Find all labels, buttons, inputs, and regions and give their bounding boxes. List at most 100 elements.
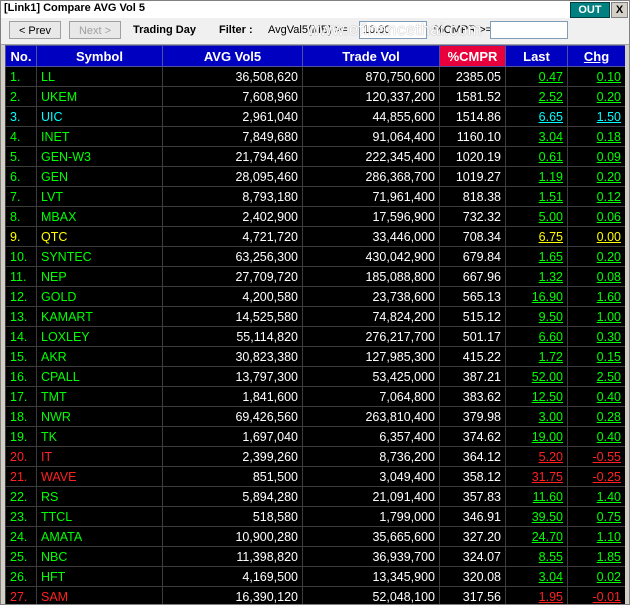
row-symbol[interactable]: GEN: [36, 166, 163, 187]
row-chg[interactable]: 1.00: [567, 306, 625, 327]
row-symbol[interactable]: RS: [36, 486, 163, 507]
row-chg[interactable]: 0.02: [567, 566, 625, 587]
row-chg[interactable]: 0.10: [567, 66, 625, 87]
cmpr-filter-input[interactable]: [490, 21, 568, 39]
row-symbol[interactable]: SYNTEC: [36, 246, 163, 267]
table-row[interactable]: 12. GOLD 4,200,580 23,738,600 565.13 16.90 1.6…: [5, 286, 625, 307]
next-button[interactable]: Next >: [69, 21, 121, 39]
row-symbol[interactable]: UIC: [36, 106, 163, 127]
row-chg[interactable]: 0.20: [567, 246, 625, 267]
row-last[interactable]: 24.70: [505, 526, 568, 547]
row-symbol[interactable]: CPALL: [36, 366, 163, 387]
table-row[interactable]: 1. LL 36,508,620 870,750,600 2385.05 0.47 0.10: [5, 66, 625, 87]
row-chg[interactable]: -0.01: [567, 586, 625, 604]
row-last[interactable]: 31.75: [505, 466, 568, 487]
column-header-cmpr[interactable]: %CMPR: [439, 45, 506, 67]
row-last[interactable]: 6.60: [505, 326, 568, 347]
table-row[interactable]: 14. LOXLEY 55,114,820 276,217,700 501.17 6.60…: [5, 326, 625, 347]
prev-button[interactable]: < Prev: [9, 21, 61, 39]
row-chg[interactable]: -0.25: [567, 466, 625, 487]
row-last[interactable]: 1.32: [505, 266, 568, 287]
row-last[interactable]: 12.50: [505, 386, 568, 407]
row-chg[interactable]: 2.50: [567, 366, 625, 387]
row-chg[interactable]: 0.06: [567, 206, 625, 227]
row-last[interactable]: 52.00: [505, 366, 568, 387]
row-last[interactable]: 11.60: [505, 486, 568, 507]
table-row[interactable]: 7. LVT 8,793,180 71,961,400 818.38 1.51 0.12: [5, 186, 625, 207]
row-chg[interactable]: 0.28: [567, 406, 625, 427]
row-chg[interactable]: 0.30: [567, 326, 625, 347]
row-chg[interactable]: 0.20: [567, 166, 625, 187]
table-row[interactable]: 25. NBC 11,398,820 36,939,700 324.07 8.55 1.85: [5, 546, 625, 567]
row-last[interactable]: 1.51: [505, 186, 568, 207]
table-row[interactable]: 20. IT 2,399,260 8,736,200 364.12 5.20 -0.55: [5, 446, 625, 467]
row-symbol[interactable]: HFT: [36, 566, 163, 587]
row-symbol[interactable]: UKEM: [36, 86, 163, 107]
row-symbol[interactable]: NWR: [36, 406, 163, 427]
row-symbol[interactable]: TK: [36, 426, 163, 447]
avgvol-filter-input[interactable]: [359, 21, 427, 39]
row-chg[interactable]: 0.12: [567, 186, 625, 207]
table-row[interactable]: 6. GEN 28,095,460 286,368,700 1019.27 1.19 0.2…: [5, 166, 625, 187]
row-symbol[interactable]: KAMART: [36, 306, 163, 327]
row-symbol[interactable]: TMT: [36, 386, 163, 407]
row-last[interactable]: 1.72: [505, 346, 568, 367]
row-symbol[interactable]: AKR: [36, 346, 163, 367]
row-chg[interactable]: 0.15: [567, 346, 625, 367]
column-header-last[interactable]: Last: [505, 45, 568, 67]
row-chg[interactable]: 0.08: [567, 266, 625, 287]
row-symbol[interactable]: WAVE: [36, 466, 163, 487]
close-button[interactable]: X: [611, 2, 628, 18]
row-last[interactable]: 19.00: [505, 426, 568, 447]
row-chg[interactable]: 1.50: [567, 106, 625, 127]
table-row[interactable]: 3. UIC 2,961,040 44,855,600 1514.86 6.65 1.50: [5, 106, 625, 127]
row-symbol[interactable]: GEN-W3: [36, 146, 163, 167]
table-row[interactable]: 15. AKR 30,823,380 127,985,300 415.22 1.72 0.1…: [5, 346, 625, 367]
row-last[interactable]: 5.20: [505, 446, 568, 467]
row-symbol[interactable]: MBAX: [36, 206, 163, 227]
column-header-avg-vol5[interactable]: AVG Vol5: [162, 45, 303, 67]
row-chg[interactable]: 0.40: [567, 426, 625, 447]
table-row[interactable]: 22. RS 5,894,280 21,091,400 357.83 11.60 1.40: [5, 486, 625, 507]
row-symbol[interactable]: LOXLEY: [36, 326, 163, 347]
row-last[interactable]: 3.04: [505, 126, 568, 147]
row-chg[interactable]: 1.60: [567, 286, 625, 307]
row-last[interactable]: 9.50: [505, 306, 568, 327]
row-last[interactable]: 0.47: [505, 66, 568, 87]
row-last[interactable]: 1.65: [505, 246, 568, 267]
row-last[interactable]: 3.04: [505, 566, 568, 587]
row-last[interactable]: 1.95: [505, 586, 568, 604]
row-symbol[interactable]: LVT: [36, 186, 163, 207]
table-row[interactable]: 23. TTCL 518,580 1,799,000 346.91 39.50 0.75: [5, 506, 625, 527]
row-chg[interactable]: 1.40: [567, 486, 625, 507]
row-chg[interactable]: 1.85: [567, 546, 625, 567]
table-row[interactable]: 26. HFT 4,169,500 13,345,900 320.08 3.04 0.02: [5, 566, 625, 587]
row-last[interactable]: 6.65: [505, 106, 568, 127]
row-symbol[interactable]: QTC: [36, 226, 163, 247]
column-header-no[interactable]: No.: [5, 45, 37, 67]
table-row[interactable]: 19. TK 1,697,040 6,357,400 374.62 19.00 0.40: [5, 426, 625, 447]
table-row[interactable]: 2. UKEM 7,608,960 120,337,200 1581.52 2.52 0.2…: [5, 86, 625, 107]
column-header-chg[interactable]: Chg: [567, 45, 625, 67]
row-last[interactable]: 8.55: [505, 546, 568, 567]
out-button[interactable]: OUT: [570, 2, 610, 18]
row-chg[interactable]: 0.09: [567, 146, 625, 167]
table-row[interactable]: 18. NWR 69,426,560 263,810,400 379.98 3.00 0.2…: [5, 406, 625, 427]
row-chg[interactable]: 0.75: [567, 506, 625, 527]
table-row[interactable]: 17. TMT 1,841,600 7,064,800 383.62 12.50 0.40: [5, 386, 625, 407]
row-chg[interactable]: 0.20: [567, 86, 625, 107]
row-chg[interactable]: 1.10: [567, 526, 625, 547]
row-symbol[interactable]: LL: [36, 66, 163, 87]
row-symbol[interactable]: SAM: [36, 586, 163, 604]
row-symbol[interactable]: NEP: [36, 266, 163, 287]
table-row[interactable]: 11. NEP 27,709,720 185,088,800 667.96 1.32 0.0…: [5, 266, 625, 287]
table-row[interactable]: 9. QTC 4,721,720 33,446,000 708.34 6.75 0.00: [5, 226, 625, 247]
table-row[interactable]: 10. SYNTEC 63,256,300 430,042,900 679.84 1.65…: [5, 246, 625, 267]
row-chg[interactable]: -0.55: [567, 446, 625, 467]
row-symbol[interactable]: TTCL: [36, 506, 163, 527]
row-chg[interactable]: 0.00: [567, 226, 625, 247]
row-last[interactable]: 1.19: [505, 166, 568, 187]
table-row[interactable]: 4. INET 7,849,680 91,064,400 1160.10 3.04 0.18: [5, 126, 625, 147]
table-row[interactable]: 21. WAVE 851,500 3,049,400 358.12 31.75 -0.25: [5, 466, 625, 487]
column-header-trade-vol[interactable]: Trade Vol: [302, 45, 440, 67]
